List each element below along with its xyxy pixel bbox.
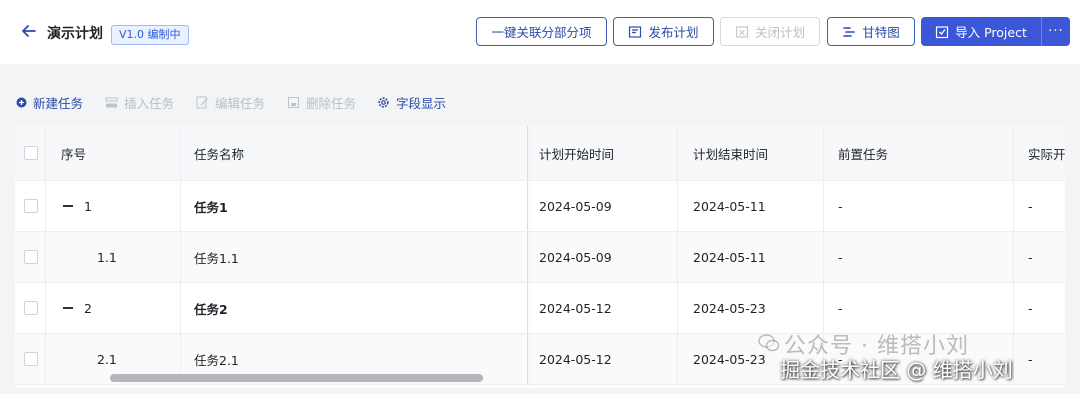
seq-cell: 1.1	[97, 249, 117, 265]
column-header-actual-start[interactable]: 实际开	[1028, 126, 1065, 180]
row-checkbox[interactable]	[24, 283, 38, 333]
edit-icon	[196, 96, 208, 109]
table-row[interactable]: 1 任务1 2024-05-09 2024-05-11 - -	[15, 181, 1065, 232]
predecessor-cell[interactable]: -	[838, 232, 843, 282]
column-header-start[interactable]: 计划开始时间	[539, 126, 614, 180]
link-sub-items-button[interactable]: 一键关联分部分项	[476, 17, 607, 46]
end-date-cell[interactable]: 2024-05-23	[693, 334, 766, 384]
task-toolbar: 新建任务 插入任务 编辑任务 删除任务 字段显示	[0, 88, 1080, 116]
publish-plan-button[interactable]: 发布计划	[613, 17, 714, 46]
import-project-button[interactable]: 导入 Project	[921, 17, 1041, 46]
start-date-cell[interactable]: 2024-05-09	[539, 232, 612, 282]
close-plan-icon	[735, 25, 749, 38]
start-date-cell[interactable]: 2024-05-12	[539, 334, 612, 384]
wechat-icon	[758, 334, 780, 352]
new-task-button[interactable]: 新建任务	[16, 93, 83, 112]
link-sub-items-label: 一键关联分部分项	[491, 25, 592, 40]
publish-icon	[629, 25, 642, 38]
gear-icon	[378, 97, 389, 108]
delete-icon	[288, 97, 299, 108]
version-status-badge: V1.0 编制中	[111, 25, 189, 45]
row-checkbox[interactable]	[24, 181, 38, 231]
close-plan-label: 关闭计划	[754, 25, 805, 40]
table-row[interactable]: 1.1 任务1.1 2024-05-09 2024-05-11 - -	[15, 232, 1065, 283]
collapse-toggle-icon[interactable]	[63, 205, 73, 207]
seq-cell: 2	[63, 283, 92, 333]
table-row[interactable]: 2 任务2 2024-05-12 2024-05-23 - -	[15, 283, 1065, 334]
close-plan-button[interactable]: 关闭计划	[720, 17, 820, 46]
actual-start-cell[interactable]: -	[1028, 232, 1033, 282]
actual-start-cell[interactable]: -	[1028, 334, 1033, 384]
delete-task-button[interactable]: 删除任务	[287, 93, 356, 112]
start-date-cell[interactable]: 2024-05-12	[539, 283, 612, 333]
task-name-cell[interactable]: 任务1	[194, 181, 228, 231]
collapse-toggle-icon[interactable]	[63, 307, 73, 309]
page-title: 演示计划	[47, 26, 103, 42]
import-icon	[936, 25, 949, 38]
page-header: 演示计划 V1.0 编制中 一键关联分部分项 发布计划 关闭计划 甘特图 导入 …	[0, 0, 1080, 64]
select-all-checkbox[interactable]	[24, 126, 38, 180]
seq-cell: 1	[63, 181, 92, 231]
end-date-cell[interactable]: 2024-05-11	[693, 232, 766, 282]
import-project-label: 导入 Project	[955, 25, 1027, 40]
predecessor-cell[interactable]: -	[838, 181, 843, 231]
end-date-cell[interactable]: 2024-05-11	[693, 181, 766, 231]
task-name-cell[interactable]: 任务1.1	[194, 232, 239, 282]
field-display-button[interactable]: 字段显示	[377, 93, 446, 112]
insert-row-icon	[105, 97, 118, 107]
more-actions-button[interactable]: ···	[1041, 17, 1070, 46]
column-header-name[interactable]: 任务名称	[194, 126, 244, 180]
column-header-end[interactable]: 计划结束时间	[693, 126, 768, 180]
edit-task-label: 编辑任务	[215, 96, 266, 111]
row-checkbox[interactable]	[24, 232, 38, 282]
seq-value: 1	[84, 198, 92, 214]
insert-task-label: 插入任务	[124, 96, 175, 111]
add-circle-icon	[16, 97, 27, 108]
watermark-juejin: 掘金技术社区 @ 维搭小刘	[780, 358, 1013, 382]
row-checkbox[interactable]	[24, 334, 38, 384]
back-arrow-icon[interactable]	[18, 20, 40, 42]
gantt-chart-label: 甘特图	[862, 25, 900, 40]
column-header-seq[interactable]: 序号	[61, 126, 86, 180]
actual-start-cell[interactable]: -	[1028, 181, 1033, 231]
gantt-chart-button[interactable]: 甘特图	[827, 17, 915, 46]
horizontal-scrollbar[interactable]	[110, 374, 483, 382]
end-date-cell[interactable]: 2024-05-23	[693, 283, 766, 333]
table-header-row: 序号 任务名称 计划开始时间 计划结束时间 前置任务 实际开	[15, 126, 1065, 181]
predecessor-cell[interactable]: -	[838, 283, 843, 333]
actual-start-cell[interactable]: -	[1028, 283, 1033, 333]
task-name-cell[interactable]: 任务2	[194, 283, 228, 333]
start-date-cell[interactable]: 2024-05-09	[539, 181, 612, 231]
delete-task-label: 删除任务	[306, 96, 357, 111]
publish-plan-label: 发布计划	[648, 25, 699, 40]
column-header-predecessor[interactable]: 前置任务	[838, 126, 888, 180]
seq-value: 2	[84, 300, 92, 316]
edit-task-button[interactable]: 编辑任务	[196, 93, 265, 112]
field-display-label: 字段显示	[396, 96, 447, 111]
gantt-icon	[843, 26, 856, 37]
insert-task-button[interactable]: 插入任务	[105, 93, 174, 112]
new-task-label: 新建任务	[33, 96, 84, 111]
